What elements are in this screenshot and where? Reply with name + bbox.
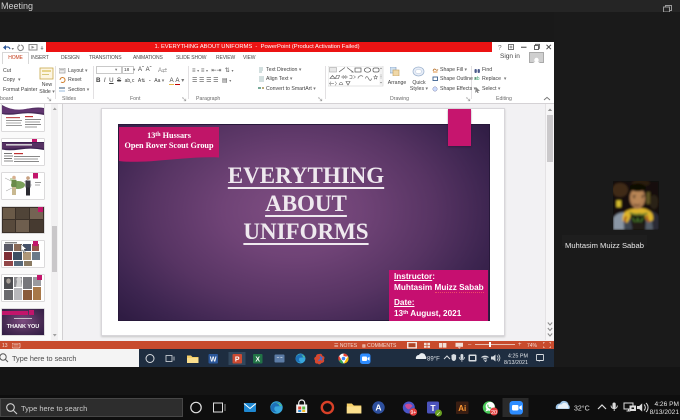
svg-text:8/13/2021: 8/13/2021: [650, 409, 680, 416]
svg-text:✓: ✓: [436, 411, 441, 417]
svg-text:20: 20: [491, 410, 497, 416]
svg-text:9+: 9+: [410, 410, 416, 416]
svg-text:P: P: [235, 356, 240, 363]
svg-text:THANK YOU: THANK YOU: [7, 324, 40, 330]
svg-text:4:25 PM: 4:25 PM: [508, 353, 529, 359]
svg-text:4:26 PM: 4:26 PM: [654, 401, 679, 408]
svg-text:32°C: 32°C: [574, 405, 590, 413]
svg-text:Ai: Ai: [458, 404, 466, 413]
svg-text:8/13/2021: 8/13/2021: [504, 360, 528, 366]
svg-text:A: A: [375, 403, 381, 413]
svg-text:?: ?: [498, 45, 502, 52]
svg-text:W: W: [210, 356, 217, 363]
svg-text:89°F: 89°F: [427, 356, 440, 362]
svg-text:X: X: [255, 356, 260, 363]
